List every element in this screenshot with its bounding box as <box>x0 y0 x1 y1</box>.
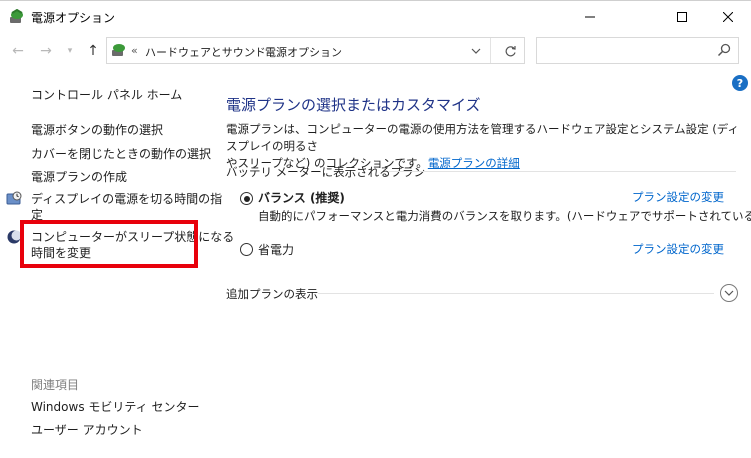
title-bar: 電源オプション <box>0 0 751 32</box>
control-panel-home-link[interactable]: コントロール パネル ホーム <box>31 87 182 103</box>
user-accounts-link[interactable]: ユーザー アカウント <box>31 422 143 438</box>
power-saver-plan-radio[interactable] <box>240 243 253 256</box>
navigation-row: ← → ▾ ↑ « ハードウェアとサウンド › 電源オプション <box>0 32 751 70</box>
power-options-icon <box>8 8 26 25</box>
back-arrow-icon[interactable]: ← <box>10 43 26 59</box>
battery-meter-plans-label: バッテリ メーターに表示されるプラン <box>226 165 426 179</box>
balanced-plan-settings-link[interactable]: プラン設定の変更 <box>632 189 724 205</box>
power-button-behavior-link[interactable]: 電源ボタンの動作の選択 <box>31 122 163 138</box>
close-button[interactable] <box>705 1 751 32</box>
display-clock-icon <box>6 191 22 207</box>
search-icon[interactable] <box>717 43 733 59</box>
highlight-annotation-box <box>20 220 198 268</box>
window-title: 電源オプション <box>31 11 116 25</box>
create-power-plan-link[interactable]: 電源プランの作成 <box>31 169 127 185</box>
up-arrow-icon[interactable]: ↑ <box>85 43 101 59</box>
refresh-icon[interactable] <box>499 42 521 60</box>
breadcrumb-power-options[interactable]: 電源オプション <box>265 44 342 60</box>
show-additional-plans-label[interactable]: 追加プランの表示 <box>226 286 318 302</box>
address-divider <box>490 38 491 63</box>
power-saver-plan-name[interactable]: 省電力 <box>258 241 294 258</box>
breadcrumb-separator[interactable]: › <box>251 44 255 57</box>
address-bar[interactable]: « ハードウェアとサウンド › 電源オプション <box>106 37 525 64</box>
display-off-time-link-line1[interactable]: ディスプレイの電源を切る時間の指 <box>31 191 222 207</box>
power-plan-details-link[interactable]: 電源プランの詳細 <box>428 156 520 170</box>
help-icon[interactable]: ? <box>732 75 748 91</box>
additional-plans-divider <box>318 293 714 294</box>
power-saver-plan-settings-link[interactable]: プラン設定の変更 <box>632 241 724 257</box>
overflow-chevron[interactable]: « <box>131 44 138 57</box>
breadcrumb-hardware-sound[interactable]: ハードウェアとサウンド <box>145 44 266 60</box>
forward-arrow-icon[interactable]: → <box>38 43 54 59</box>
bottom-edge <box>0 454 751 458</box>
balanced-plan-name[interactable]: バランス (推奨) <box>258 189 345 206</box>
mobility-center-link[interactable]: Windows モビリティ センター <box>31 399 199 415</box>
address-dropdown-chevron-icon[interactable] <box>465 42 487 60</box>
search-input[interactable] <box>536 37 739 64</box>
lid-close-behavior-link[interactable]: カバーを閉じたときの動作の選択 <box>31 146 211 162</box>
recent-locations-chevron-icon[interactable]: ▾ <box>62 43 78 59</box>
description-line1: 電源プランは、コンピューターの電源の使用方法を管理するハードウェア設定とシステム… <box>226 122 739 153</box>
control-panel-icon <box>111 43 127 58</box>
balanced-plan-radio[interactable] <box>240 192 253 205</box>
related-items-label: 関連項目 <box>31 378 80 392</box>
section-divider <box>388 171 736 172</box>
expand-chevron-icon[interactable] <box>720 284 738 302</box>
balanced-plan-description: 自動的にパフォーマンスと電力消費のバランスを取ります。(ハードウェアでサポートさ… <box>258 209 751 223</box>
page-title: 電源プランの選択またはカスタマイズ <box>226 96 481 114</box>
maximize-button[interactable] <box>659 1 705 32</box>
minimize-button[interactable] <box>567 1 613 32</box>
